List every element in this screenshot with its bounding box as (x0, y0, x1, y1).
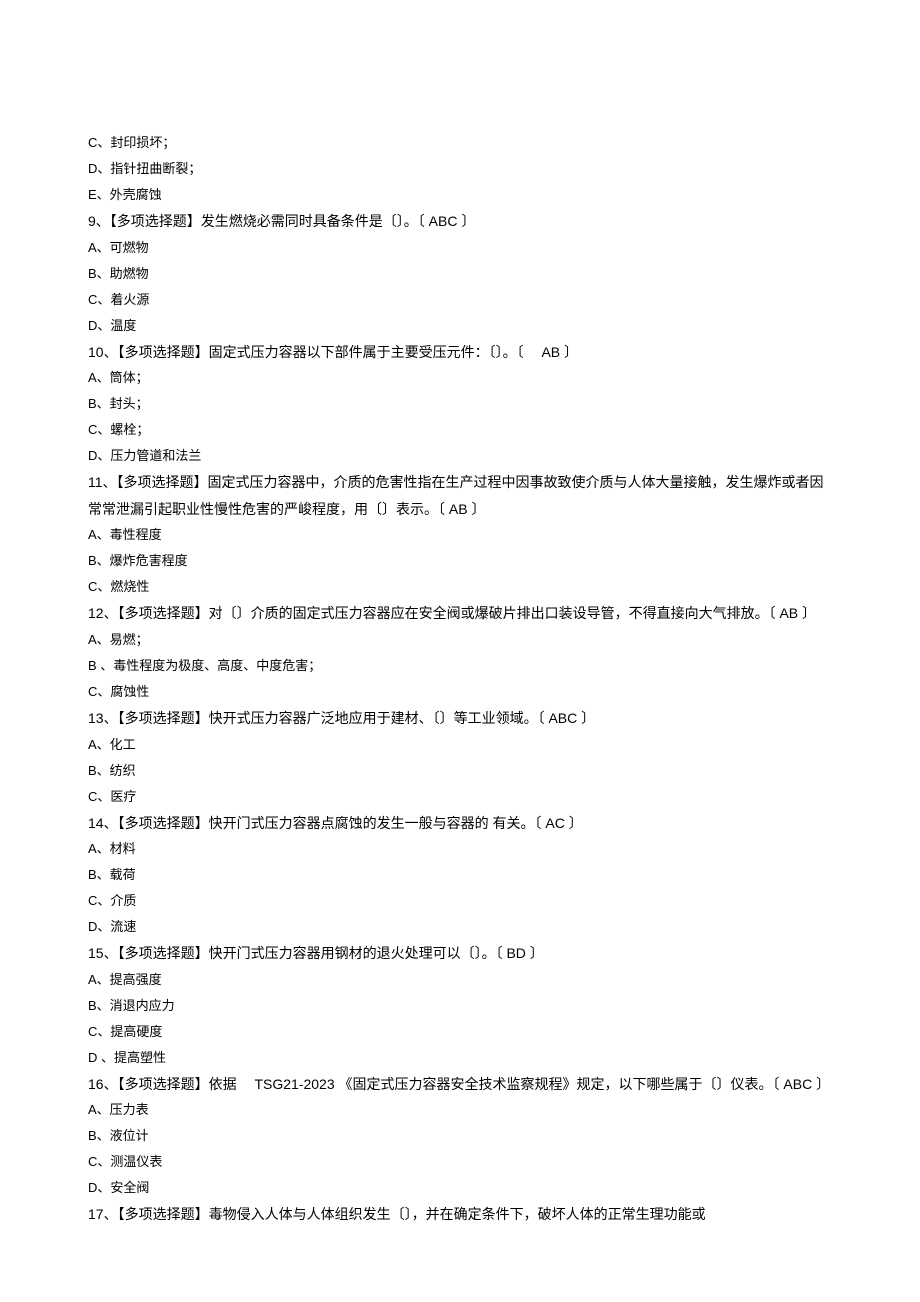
option-line: A、提高强度 (88, 967, 832, 993)
option-line: B 、毒性程度为极度、高度、中度危害； (88, 653, 832, 679)
option-line: D、压力管道和法兰 (88, 443, 832, 469)
option-line: A、筒体； (88, 365, 832, 391)
option-line: C、提高硬度 (88, 1019, 832, 1045)
option-line: A、化工 (88, 732, 832, 758)
question-line: 11、【多项选择题】固定式压力容器中，介质的危害性指在生产过程中因事故致使介质与… (88, 469, 832, 522)
option-line: B、爆炸危害程度 (88, 548, 832, 574)
question-line: 17、【多项选择题】毒物侵入人体与人体组织发生〔〕，并在确定条件下，破坏人体的正… (88, 1201, 832, 1228)
option-line: A、材料 (88, 836, 832, 862)
option-line: C、着火源 (88, 287, 832, 313)
option-line: D、温度 (88, 313, 832, 339)
option-line: C、腐蚀性 (88, 679, 832, 705)
question-line: 13、【多项选择题】快开式压力容器广泛地应用于建材、〔〕等工业领域。〔 ABC … (88, 705, 832, 732)
question-line: 14、【多项选择题】快开门式压力容器点腐蚀的发生一般与容器的 有关。〔 AC 〕 (88, 810, 832, 837)
option-line: D、流速 (88, 914, 832, 940)
option-line: A、毒性程度 (88, 522, 832, 548)
option-line: B、载荷 (88, 862, 832, 888)
option-line: B、封头； (88, 391, 832, 417)
option-line: E、外壳腐蚀 (88, 182, 832, 208)
option-line: C、燃烧性 (88, 574, 832, 600)
option-line: A、压力表 (88, 1097, 832, 1123)
option-line: D 、提高塑性 (88, 1045, 832, 1071)
option-line: B、助燃物 (88, 261, 832, 287)
question-line: 15、【多项选择题】快开门式压力容器用钢材的退火处理可以〔〕。〔 BD 〕 (88, 940, 832, 967)
option-line: C、测温仪表 (88, 1149, 832, 1175)
option-line: B、消退内应力 (88, 993, 832, 1019)
question-line: 10、【多项选择题】固定式压力容器以下部件属于主要受压元件：〔〕。〔 AB 〕 (88, 339, 832, 366)
option-line: A、易燃； (88, 627, 832, 653)
option-line: C、介质 (88, 888, 832, 914)
option-line: B、液位计 (88, 1123, 832, 1149)
option-line: C、封印损坏； (88, 130, 832, 156)
option-line: D、安全阀 (88, 1175, 832, 1201)
option-line: D、指针扭曲断裂； (88, 156, 832, 182)
option-line: C、医疗 (88, 784, 832, 810)
option-line: B、纺织 (88, 758, 832, 784)
question-line: 9、【多项选择题】发生燃烧必需同时具备条件是〔〕。〔 ABC 〕 (88, 208, 832, 235)
option-line: C、螺栓； (88, 417, 832, 443)
question-line: 16、【多项选择题】依据 TSG21-2023 《固定式压力容器安全技术监察规程… (88, 1071, 832, 1098)
document-page: C、封印损坏；D、指针扭曲断裂；E、外壳腐蚀9、【多项选择题】发生燃烧必需同时具… (0, 0, 920, 1288)
question-line: 12、【多项选择题】对〔〕介质的固定式压力容器应在安全阀或爆破片排出口装设导管，… (88, 600, 832, 627)
option-line: A、可燃物 (88, 235, 832, 261)
